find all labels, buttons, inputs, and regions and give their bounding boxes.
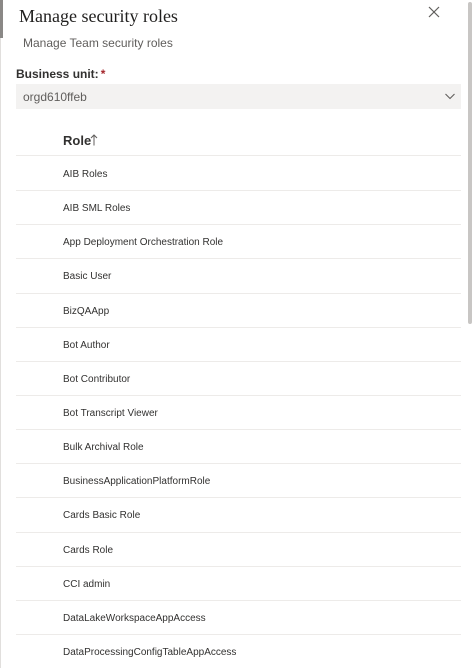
role-name: Basic User [63,271,112,283]
role-column-header[interactable]: Role [16,124,461,156]
role-name: BusinessApplicationPlatformRole [63,476,211,488]
role-name: Bulk Archival Role [63,442,144,454]
required-marker: * [100,67,106,81]
panel-left-edge [0,0,3,38]
role-row[interactable]: Cards Role [16,533,461,567]
panel-left-border [0,38,1,668]
role-column-label: Role [63,133,92,148]
role-row[interactable]: BizQAApp [16,294,461,328]
role-name: AIB SML Roles [63,203,131,215]
sort-ascending-arrow-icon [90,134,98,146]
role-row[interactable]: DataProcessingConfigTableAppAccess [16,635,461,668]
role-name: Bot Transcript Viewer [63,407,158,419]
panel-subtitle: Manage Team security roles [23,36,173,50]
chevron-down-icon [445,93,455,100]
role-name: Bot Author [63,339,110,351]
role-row[interactable]: Bulk Archival Role [16,430,461,465]
role-name: Bot Contributor [63,373,131,385]
role-row[interactable]: Bot Author [16,328,461,362]
role-name: BizQAApp [63,305,110,317]
role-row[interactable]: AIB Roles [16,157,461,192]
role-row[interactable]: AIB SML Roles [16,191,461,226]
role-name: App Deployment Orchestration Role [63,237,224,249]
role-row[interactable]: Bot Contributor [16,362,461,396]
role-name: DataLakeWorkspaceAppAccess [63,612,206,624]
role-row[interactable]: BusinessApplicationPlatformRole [16,464,461,499]
business-unit-value: orgd610ffeb [23,90,87,104]
role-name: AIB Roles [63,169,108,180]
role-row[interactable]: CCI admin [16,567,461,601]
close-button[interactable] [426,4,442,20]
role-row[interactable]: App Deployment Orchestration Role [16,225,461,260]
role-row[interactable]: Cards Basic Role [16,498,461,533]
role-name: CCI admin [63,578,111,590]
business-unit-label-text: Business unit: [16,67,99,81]
panel-title: Manage security roles [19,6,178,26]
role-row[interactable]: Bot Transcript Viewer [16,396,461,431]
role-name: Cards Basic Role [63,510,141,522]
scrollbar-thumb[interactable] [468,2,472,324]
role-name: DataProcessingConfigTableAppAccess [63,646,237,658]
close-icon [428,6,440,18]
role-row[interactable]: DataLakeWorkspaceAppAccess [16,601,461,635]
role-name: Cards Role [63,544,114,556]
manage-security-roles-panel: Manage security roles Manage Team securi… [0,0,474,668]
business-unit-label: Business unit: * [16,67,105,81]
scrollbar[interactable] [467,0,474,668]
business-unit-dropdown[interactable]: orgd610ffeb [16,84,461,109]
roles-list: AIB Roles AIB SML Roles App Deployment Orc… [16,157,461,668]
role-row[interactable]: Basic User [16,259,461,294]
